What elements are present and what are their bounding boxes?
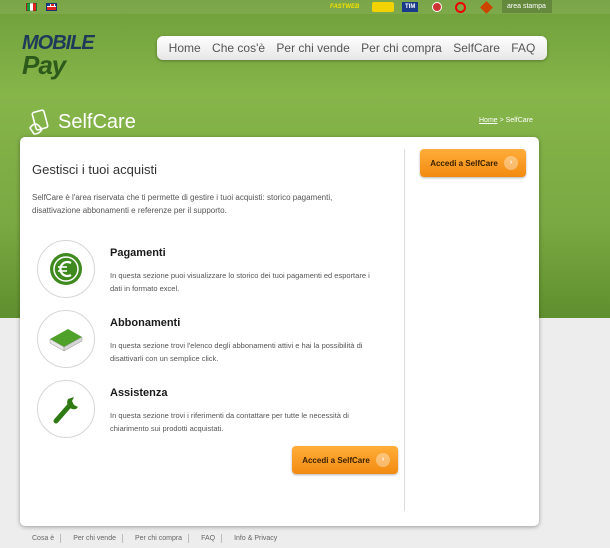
feature-title: Assistenza xyxy=(110,387,168,399)
feature-assistenza: Assistenza In questa sezione trovi i rif… xyxy=(37,380,387,440)
footer-link-faq[interactable]: FAQ xyxy=(188,533,221,543)
partner-logo[interactable] xyxy=(480,1,493,14)
accedi-selfcare-button[interactable]: Accedi a SelfCare › xyxy=(420,149,526,177)
chevron-right-icon: › xyxy=(504,156,518,170)
feature-abbonamenti: Abbonamenti In questa sezione trovi l'el… xyxy=(37,310,387,370)
euro-icon xyxy=(37,240,95,298)
main-nav: Home Che cos'è Per chi vende Per chi com… xyxy=(157,36,547,60)
panel-intro: SelfCare è l'area riservata che ti perme… xyxy=(32,193,333,215)
nav-item-per-chi-compra[interactable]: Per chi compra xyxy=(361,41,442,55)
button-label: Accedi a SelfCare xyxy=(302,455,370,465)
panel-title: Gestisci i tuoi acquisti xyxy=(32,162,157,177)
button-label: Accedi a SelfCare xyxy=(430,158,498,168)
page-title: SelfCare xyxy=(58,111,136,133)
feature-title: Abbonamenti xyxy=(110,317,181,329)
partner-logo[interactable] xyxy=(432,2,442,12)
footer-link-per-chi-vende[interactable]: Per chi vende xyxy=(60,533,122,543)
nav-item-per-chi-vende[interactable]: Per chi vende xyxy=(276,41,349,55)
feature-description: In questa sezione trovi l'elenco degli a… xyxy=(110,341,363,363)
footer-link-cosa-e[interactable]: Cosa è xyxy=(20,534,60,543)
mobilepay-logo[interactable]: MOBILE Pay xyxy=(22,33,122,83)
partner-fastweb-logo[interactable]: FASTWEB xyxy=(330,2,359,12)
partner-vodafone-logo[interactable] xyxy=(455,2,466,13)
breadcrumb-separator: > xyxy=(497,117,506,124)
feature-description: In questa sezione trovi i riferimenti da… xyxy=(110,411,349,433)
column-divider xyxy=(404,149,405,511)
nav-item-faq[interactable]: FAQ xyxy=(511,41,535,55)
selfcare-hand-phone-icon xyxy=(29,109,49,135)
wrench-icon xyxy=(37,380,95,438)
breadcrumb: Home > SelfCare xyxy=(479,117,533,124)
book-icon xyxy=(37,310,95,368)
footer-link-info-privacy[interactable]: Info & Privacy xyxy=(221,533,283,543)
partner-tim-logo[interactable]: TIM xyxy=(402,2,419,12)
partner-lottomatica-logo[interactable] xyxy=(372,2,394,12)
content-panel: Gestisci i tuoi acquisti SelfCare è l'ar… xyxy=(20,137,539,526)
chevron-right-icon: › xyxy=(376,453,390,467)
footer-link-per-chi-compra[interactable]: Per chi compra xyxy=(122,533,188,543)
feature-title: Pagamenti xyxy=(110,247,166,259)
area-stampa-link[interactable]: area stampa xyxy=(502,0,552,13)
feature-pagamenti: Pagamenti In questa sezione puoi visuali… xyxy=(37,240,387,300)
italian-flag-icon[interactable] xyxy=(26,3,37,11)
top-strip: FASTWEB TIM area stampa xyxy=(0,0,610,14)
nav-item-selfcare[interactable]: SelfCare xyxy=(453,41,500,55)
uk-flag-icon[interactable] xyxy=(46,3,57,11)
footer: Cosa è Per chi vende Per chi compra FAQ … xyxy=(20,532,283,544)
feature-description: In questa sezione puoi visualizzare lo s… xyxy=(110,271,370,293)
logo-text-bottom: Pay xyxy=(22,50,66,80)
nav-item-che-cose[interactable]: Che cos'è xyxy=(212,41,265,55)
accedi-selfcare-button[interactable]: Accedi a SelfCare › xyxy=(292,446,398,474)
breadcrumb-current: SelfCare xyxy=(505,117,533,124)
breadcrumb-home-link[interactable]: Home xyxy=(479,117,498,124)
nav-item-home[interactable]: Home xyxy=(169,41,201,55)
